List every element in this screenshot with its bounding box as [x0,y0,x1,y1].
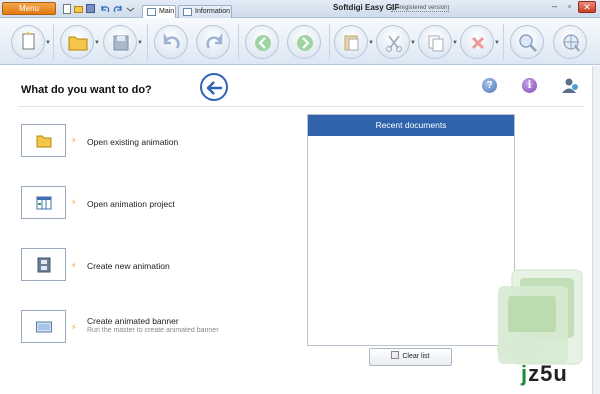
quick-undo-icon[interactable] [101,4,110,14]
previous-button[interactable] [245,25,279,59]
vertical-scrollbar[interactable] [592,66,600,394]
close-icon[interactable]: ✕ [578,1,596,13]
chevron-down-icon[interactable]: ▼ [94,40,100,46]
chevron-down-icon[interactable]: ▼ [137,40,143,46]
restore-icon[interactable]: ▫ [563,1,576,13]
jz5u-watermark-rest: z5u [528,361,568,386]
redo-button[interactable] [196,25,230,59]
toolbar: ▼ ▼ ▼ ▼ ▼ ▼ ▼ [0,18,600,65]
toolbar-divider [238,24,239,60]
open-existing-animation-link[interactable]: Open existing animation [87,137,178,147]
tab-main-label: Main [159,8,175,15]
create-new-animation-link[interactable]: Create new animation [87,261,170,271]
help-icon[interactable]: ? [482,78,497,93]
globe-icon [554,26,586,58]
quick-save-icon[interactable] [86,4,95,14]
toolbar-divider [53,24,54,60]
open-animation-project-link[interactable]: Open animation project [87,199,175,209]
quick-customize-icon[interactable] [126,4,135,14]
open-folder-icon [36,135,52,148]
open-folder-icon [61,26,93,58]
chevron-down-icon[interactable]: ▼ [45,40,51,46]
project-icon [36,196,52,210]
chevron-down-icon[interactable]: ▼ [494,40,500,46]
toolbar-divider [329,24,330,60]
paste-button[interactable]: ▼ [334,25,374,59]
tab-main[interactable]: Main [142,5,176,18]
chevron-down-icon[interactable]: ▼ [410,40,416,46]
new-button[interactable]: ▼ [11,25,51,59]
save-disk-icon [104,26,136,58]
create-animated-banner-button[interactable] [21,310,66,343]
open-button[interactable]: ▼ [60,25,100,59]
scissors-icon [377,26,409,58]
recent-documents-title: Recent documents [308,115,514,136]
open-animation-project-button[interactable] [21,186,66,219]
red-x-icon [461,26,493,58]
back-arrow-icon [206,81,222,95]
cut-button[interactable]: ▼ [376,25,416,59]
page-title: What do you want to do? [21,84,152,96]
chevron-down-icon[interactable]: ▼ [452,40,458,46]
delete-button[interactable]: ▼ [460,25,500,59]
banner-icon [36,321,52,333]
green-right-arrow-icon [288,26,320,58]
minimize-icon[interactable]: – [548,1,561,13]
lightning-icon: ⚡ [71,136,77,145]
create-new-animation-button[interactable] [21,248,66,281]
title-bar: Menu Main Information Softdigi Easy GIF … [0,0,600,18]
next-button[interactable] [287,25,321,59]
main-tab-icon [147,8,156,16]
jz5u-watermark: jz5u [521,361,568,387]
redo-icon [197,26,229,58]
menu-button[interactable]: Menu [2,2,56,15]
new-document-icon [12,26,44,58]
clear-list-button[interactable]: Clear list [369,348,452,366]
app-title: Softdigi Easy GIF [333,3,400,12]
copy-icon [419,26,451,58]
toolbar-divider [147,24,148,60]
film-icon [37,257,51,273]
info-icon[interactable]: i [522,78,537,93]
create-animated-banner-subtitle: Run the master to create animated banner [87,327,219,334]
open-existing-animation-button[interactable] [21,124,66,157]
user-account-icon[interactable] [561,76,579,94]
undo-icon [155,26,187,58]
tab-information[interactable]: Information [178,5,232,18]
back-button[interactable] [200,73,228,101]
quick-redo-icon[interactable] [113,4,122,14]
gif-logo-watermark: GIF [478,266,586,376]
web-button[interactable] [553,25,587,59]
lightning-icon: ⚡ [71,261,77,270]
lightning-icon: ⚡ [71,323,77,332]
header-divider [18,106,584,107]
tab-information-label: Information [195,8,231,15]
create-animated-banner-link[interactable]: Create animated banner [87,316,179,326]
green-left-arrow-icon [246,26,278,58]
copy-button[interactable]: ▼ [418,25,458,59]
gif-logo-text: GIF [496,334,539,364]
undo-button[interactable] [154,25,188,59]
paste-icon [335,26,367,58]
lightning-icon: ⚡ [71,198,77,207]
toolbar-divider [503,24,504,60]
chevron-down-icon[interactable]: ▼ [368,40,374,46]
preview-button[interactable] [510,25,544,59]
clear-list-icon [391,351,400,359]
information-tab-icon [183,8,192,16]
save-button[interactable]: ▼ [103,25,143,59]
quick-open-icon[interactable] [74,4,83,14]
clear-list-label: Clear list [402,353,430,360]
magnifier-icon [511,26,543,58]
app-subtitle: (unregistered version) [391,5,450,12]
quick-new-icon[interactable] [63,4,72,14]
